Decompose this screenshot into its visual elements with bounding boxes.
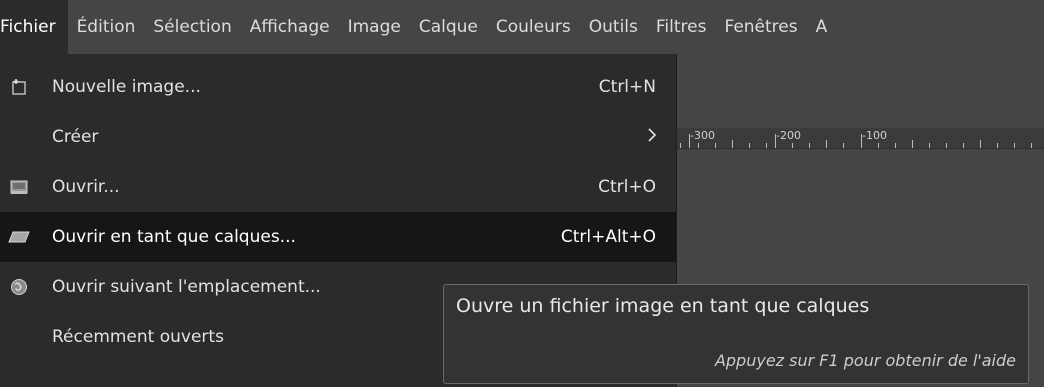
menu-item-label: Ouvrir en tant que calques... xyxy=(52,227,296,247)
ruler-tick xyxy=(912,140,913,148)
tooltip-hint: Appuyez sur F1 pour obtenir de l'aide xyxy=(714,351,1016,370)
menu-fichier[interactable]: Fichier xyxy=(0,0,68,54)
ruler-label: -300 xyxy=(690,129,715,142)
shortcut-label: Ctrl+N xyxy=(598,77,656,97)
menubar: Fichier Édition Sélection Affichage Imag… xyxy=(0,0,1044,54)
ruler-tick xyxy=(843,143,844,148)
ruler-tick xyxy=(861,134,862,148)
tooltip-title: Ouvre un fichier image en tant que calqu… xyxy=(456,295,870,317)
menu-item-open[interactable]: Ouvrir... Ctrl+O xyxy=(0,162,676,212)
ruler-tick xyxy=(749,143,750,148)
menu-selection[interactable]: Sélection xyxy=(144,0,240,54)
horizontal-ruler[interactable]: -300 -200 -100 xyxy=(676,128,1044,149)
menu-item-label: Récemment ouverts xyxy=(52,327,224,347)
shortcut-label: Ctrl+Alt+O xyxy=(560,227,656,247)
ruler-label: -100 xyxy=(862,129,887,142)
menu-affichage[interactable]: Affichage xyxy=(241,0,339,54)
menu-filtres[interactable]: Filtres xyxy=(647,0,716,54)
ruler-tick xyxy=(1031,143,1032,148)
gimp-window: Fichier Édition Sélection Affichage Imag… xyxy=(0,0,1044,387)
ruler-tick xyxy=(895,143,896,148)
menu-aide[interactable]: A xyxy=(807,0,837,54)
menu-item-create[interactable]: Créer xyxy=(0,112,676,162)
open-as-layers-icon xyxy=(8,226,30,248)
new-image-icon xyxy=(8,76,30,98)
tooltip: Ouvre un fichier image en tant que calqu… xyxy=(443,284,1029,384)
menu-item-new-image[interactable]: Nouvelle image... Ctrl+N xyxy=(0,62,676,112)
menu-item-open-as-layers[interactable]: Ouvrir en tant que calques... Ctrl+Alt+O xyxy=(0,212,676,262)
ruler-tick xyxy=(946,143,947,148)
ruler-tick xyxy=(775,134,776,148)
menu-item-label: Ouvrir suivant l'emplacement... xyxy=(52,277,321,297)
ruler-tick xyxy=(680,143,681,148)
ruler-tick xyxy=(732,140,733,148)
menu-couleurs[interactable]: Couleurs xyxy=(487,0,580,54)
ruler-tick xyxy=(997,143,998,148)
ruler-tick xyxy=(929,143,930,148)
ruler-tick xyxy=(878,143,879,148)
submenu-arrow-icon xyxy=(646,126,658,149)
menu-outils[interactable]: Outils xyxy=(580,0,647,54)
ruler-tick xyxy=(715,143,716,148)
menu-calque[interactable]: Calque xyxy=(410,0,487,54)
ruler-tick xyxy=(792,143,793,148)
ruler-tick xyxy=(963,143,964,148)
ruler-tick xyxy=(698,143,699,148)
ruler-tick xyxy=(980,140,981,148)
open-location-icon xyxy=(8,276,30,298)
ruler-tick xyxy=(689,134,690,148)
ruler-tick xyxy=(826,140,827,148)
menu-item-label: Ouvrir... xyxy=(52,177,120,197)
ruler-label: -200 xyxy=(776,129,801,142)
ruler-tick xyxy=(1014,143,1015,148)
menu-image[interactable]: Image xyxy=(339,0,410,54)
shortcut-label: Ctrl+O xyxy=(598,177,656,197)
menu-item-label: Créer xyxy=(52,127,99,147)
ruler-tick xyxy=(766,143,767,148)
ruler-tick xyxy=(809,143,810,148)
menu-edition[interactable]: Édition xyxy=(68,0,145,54)
menu-fenetres[interactable]: Fenêtres xyxy=(715,0,806,54)
open-icon xyxy=(8,176,30,198)
menu-item-label: Nouvelle image... xyxy=(52,77,201,97)
